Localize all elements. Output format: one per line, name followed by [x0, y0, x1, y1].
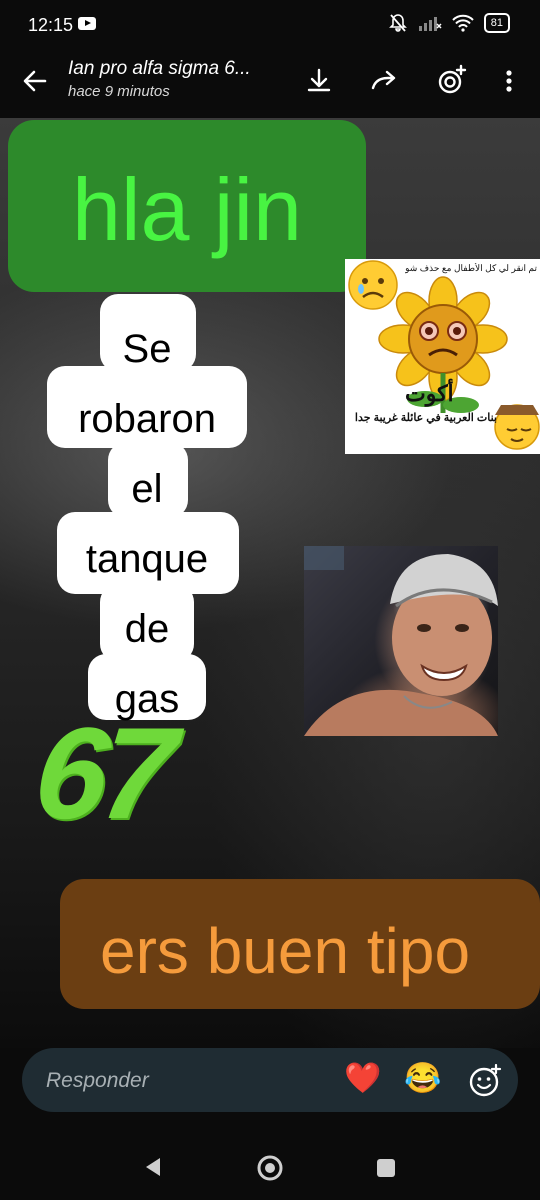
caption-line: tanque — [85, 537, 209, 581]
youtube-notification-icon — [78, 17, 96, 30]
story-timestamp: hace 9 minutos — [68, 83, 170, 100]
laugh-reaction-icon[interactable]: 😂 — [404, 1062, 441, 1096]
status-icons: 81 — [388, 13, 510, 33]
caption-line: de — [124, 607, 170, 651]
brown-text-sticker: ers buen tipo — [60, 879, 540, 1009]
green-text: hla jin — [72, 160, 302, 259]
caption-line: el — [131, 467, 163, 511]
story-header: Ian pro alfa sigma 6... hace 9 minutos — [0, 52, 540, 114]
back-arrow-icon[interactable] — [18, 64, 52, 98]
more-options-icon[interactable] — [492, 64, 526, 98]
status-time: 12:15 — [28, 15, 74, 35]
wifi-icon — [452, 14, 474, 32]
signal-icon — [418, 17, 442, 31]
forward-icon[interactable] — [368, 64, 402, 98]
number-67-sticker: 67 — [28, 700, 177, 846]
sticker-top-caption: تم انقر لي كل الأطفال مع حذف شوية — [405, 263, 537, 273]
white-caption-text: Se robaron el tanque de gas — [47, 314, 247, 734]
caption-line: Se — [122, 327, 172, 371]
caption-line: robaron — [78, 397, 216, 441]
story-author-name[interactable]: Ian pro alfa sigma 6... — [68, 58, 293, 80]
sticker-bottom-caption: بنات العربية في عائلة غريبة جدا — [354, 412, 497, 424]
nav-home-icon[interactable] — [256, 1154, 284, 1182]
add-to-status-icon[interactable] — [434, 64, 468, 98]
add-emoji-icon[interactable] — [468, 1064, 502, 1098]
brown-text: ers buen tipo — [100, 915, 471, 987]
heart-reaction-icon[interactable]: ❤️ — [344, 1062, 381, 1096]
system-navigation-bar — [0, 1130, 540, 1200]
sunflower-meme-sticker: تم انقر لي كل الأطفال مع حذف شوية أكوت ب… — [345, 259, 540, 454]
sticker-word: أكوت — [405, 381, 454, 406]
green-text-sticker: hla jin — [8, 120, 366, 292]
reply-bar[interactable]: Responder ❤️ 😂 — [22, 1048, 518, 1112]
download-icon[interactable] — [302, 64, 336, 98]
battery-indicator: 81 — [483, 13, 510, 33]
nav-back-icon[interactable] — [142, 1156, 164, 1178]
reply-input[interactable]: Responder — [46, 1069, 149, 1093]
nav-recents-icon[interactable] — [375, 1157, 397, 1179]
muted-bell-icon — [388, 14, 407, 32]
selfie-photo-sticker — [304, 546, 498, 736]
status-bar: 12:15 81 — [0, 0, 540, 52]
sunflower-illustration — [348, 260, 540, 450]
person-photo — [304, 546, 498, 736]
story-canvas[interactable]: hla jin Se robaron el tanque de gas 67 ت… — [0, 118, 540, 1048]
